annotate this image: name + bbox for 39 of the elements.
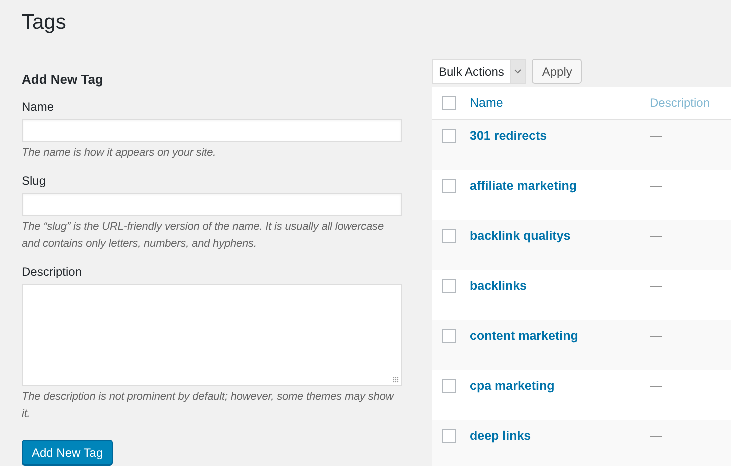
table-cell: — bbox=[650, 429, 662, 443]
field-label: Name bbox=[22, 99, 56, 115]
add-tag-button[interactable]: Add New Tag bbox=[22, 440, 114, 465]
checkbox[interactable] bbox=[442, 429, 456, 443]
field-label: Slug bbox=[22, 173, 48, 189]
tag-link[interactable]: cpa marketing bbox=[470, 379, 650, 393]
table-cell: — bbox=[650, 179, 662, 193]
tag-link[interactable]: 301 redirects bbox=[470, 129, 650, 143]
field-hint: The description is not prominent by default; however, some themes may show it. bbox=[22, 390, 396, 422]
field-hint: The name is how it appears on your site. bbox=[22, 146, 218, 161]
field-label: Description bbox=[22, 264, 84, 280]
tag-link[interactable]: content marketing bbox=[470, 329, 650, 343]
apply-button[interactable]: Apply bbox=[532, 59, 582, 84]
tag-link[interactable]: backlink qualitys bbox=[470, 229, 650, 243]
table-cell: — bbox=[650, 329, 662, 343]
tag-link[interactable]: backlinks bbox=[470, 279, 650, 293]
checkbox[interactable] bbox=[442, 379, 456, 393]
caret-icon bbox=[514, 69, 522, 74]
checkbox[interactable] bbox=[442, 129, 456, 143]
table-cell: — bbox=[650, 279, 662, 293]
bulk-actions-dropdown[interactable]: Bulk Actions bbox=[432, 59, 526, 84]
tag-link[interactable]: affiliate marketing bbox=[470, 179, 650, 193]
table-cell: — bbox=[650, 129, 662, 143]
tag-link[interactable]: deep links bbox=[470, 429, 650, 443]
column-header[interactable]: Name bbox=[470, 96, 650, 110]
table-cell: — bbox=[650, 379, 662, 393]
checkbox[interactable] bbox=[442, 179, 456, 193]
textarea-field[interactable] bbox=[22, 284, 402, 386]
input-field[interactable] bbox=[22, 119, 402, 142]
input-field[interactable] bbox=[22, 193, 402, 216]
page-title: Tags bbox=[22, 10, 68, 36]
resize-grip-icon[interactable] bbox=[393, 377, 399, 383]
table-cell: — bbox=[650, 229, 662, 243]
field-hint: The “slug” is the URL-friendly version of the name. It is usually all lowercase and contains only letters, numbers, and hyphens. bbox=[22, 220, 385, 252]
checkbox[interactable] bbox=[442, 329, 456, 343]
checkbox[interactable] bbox=[442, 279, 456, 293]
checkbox[interactable] bbox=[442, 96, 456, 110]
checkbox[interactable] bbox=[442, 229, 456, 243]
form-heading: Add New Tag bbox=[22, 71, 104, 89]
